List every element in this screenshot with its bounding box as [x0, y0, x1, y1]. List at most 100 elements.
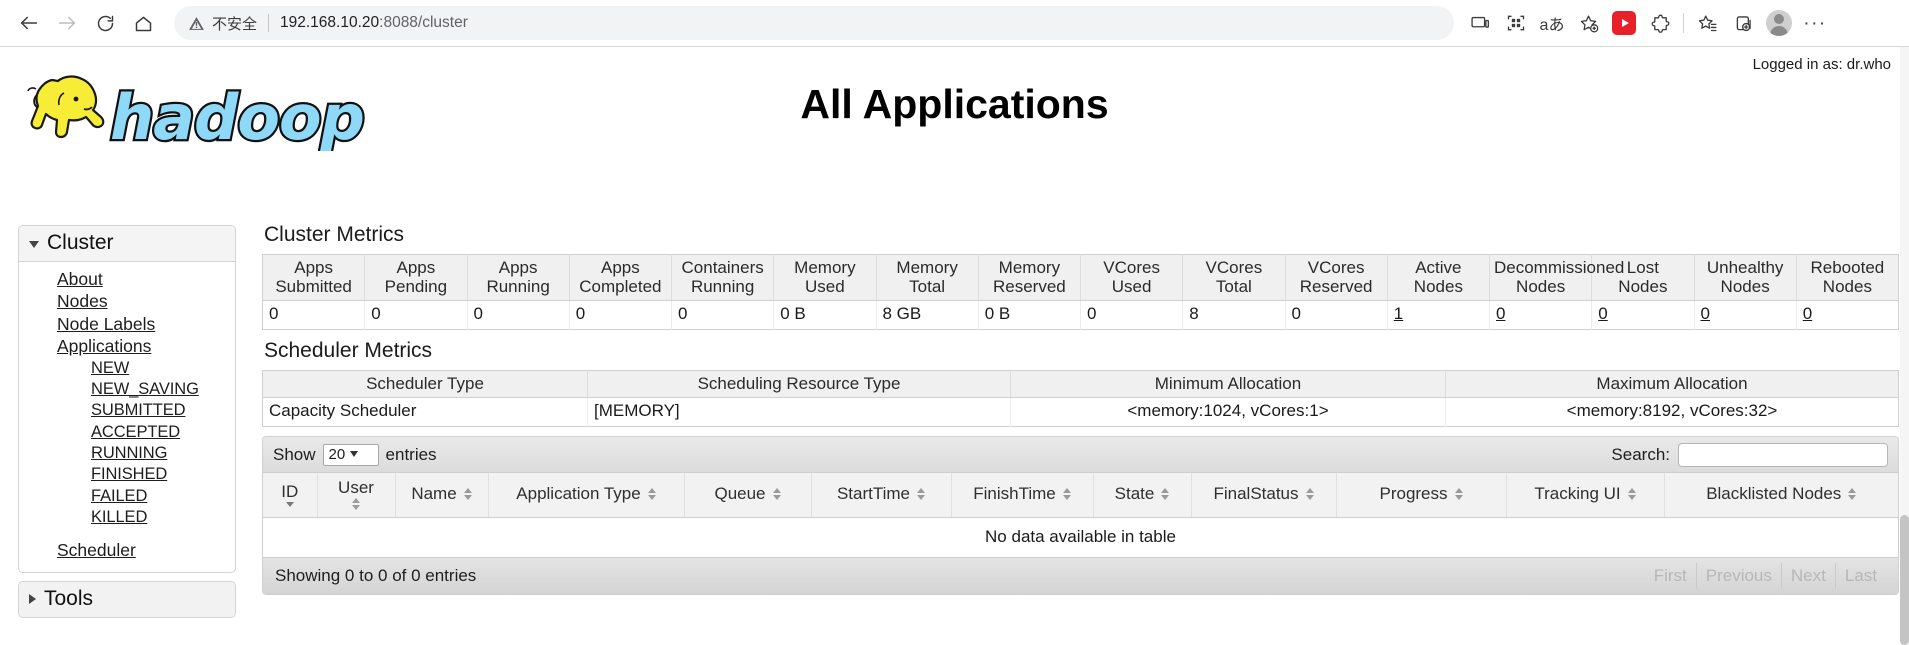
- col-apps-pending: Apps Pending: [364, 254, 468, 302]
- scheduler-metrics-header-row: Scheduler Type Scheduling Resource Type …: [262, 370, 1899, 399]
- address-url-host: 192.168.10.20: [280, 14, 380, 31]
- sort-indicator: [1627, 488, 1636, 501]
- val-apps-pending: 0: [364, 300, 468, 330]
- col-active-nodes: Active Nodes: [1387, 254, 1491, 302]
- applications-table-body: No data available in table: [263, 517, 1898, 558]
- col-line2: Running: [486, 277, 550, 297]
- extensions-puzzle-icon[interactable]: [1642, 5, 1678, 41]
- page-size-select[interactable]: 20: [322, 443, 379, 466]
- th-blacklisted-nodes[interactable]: Blacklisted Nodes: [1664, 473, 1898, 519]
- chevron-right-icon: [29, 593, 36, 604]
- th-tracking-ui[interactable]: Tracking UI: [1506, 473, 1665, 519]
- favorites-list-icon[interactable]: [1689, 5, 1725, 41]
- sidebar-item-scheduler[interactable]: Scheduler: [19, 539, 235, 561]
- col-line1: VCores: [1205, 258, 1263, 277]
- col-minimum-allocation: Minimum Allocation: [1010, 370, 1446, 399]
- address-bar[interactable]: 不安全 192.168.10.20:8088/cluster: [174, 6, 1454, 40]
- col-decommissioned-nodes: Decommissioned Nodes: [1489, 254, 1624, 302]
- sort-indicator: [1161, 488, 1170, 501]
- sidebar-item-state-accepted[interactable]: ACCEPTED: [19, 422, 235, 443]
- sidebar: Cluster About Nodes Node Labels Applicat…: [18, 225, 236, 618]
- th-application-type[interactable]: Application Type: [488, 473, 685, 519]
- pagination-next[interactable]: Next: [1782, 563, 1836, 590]
- col-line1: Rebooted: [1810, 258, 1885, 277]
- qr-code-icon[interactable]: [1498, 5, 1534, 41]
- th-finishtime[interactable]: FinishTime: [951, 473, 1094, 519]
- reload-icon[interactable]: [86, 4, 124, 42]
- th-progress[interactable]: Progress: [1336, 473, 1507, 519]
- translate-label: aあ: [1539, 17, 1565, 34]
- sidebar-item-state-failed[interactable]: FAILED: [19, 486, 235, 507]
- empty-row: No data available in table: [263, 517, 1898, 558]
- th-finalstatus[interactable]: FinalStatus: [1191, 473, 1337, 519]
- val-memory-total: 8 GB: [876, 300, 979, 330]
- datatable-footer: Showing 0 to 0 of 0 entries First Previo…: [263, 557, 1898, 595]
- sidebar-item-about[interactable]: About: [19, 268, 235, 290]
- add-favorite-icon[interactable]: [1570, 5, 1606, 41]
- col-apps-submitted: Apps Submitted: [262, 254, 366, 302]
- cluster-panel-label: Cluster: [47, 231, 114, 254]
- applications-datatable: Show 20 entries Search: ID User Name App…: [262, 436, 1899, 596]
- search-input[interactable]: [1678, 442, 1888, 467]
- val-minimum-allocation: <memory:1024, vCores:1>: [1010, 397, 1446, 427]
- scrollbar-track[interactable]: [1900, 47, 1909, 645]
- sidebar-item-applications[interactable]: Applications: [19, 335, 235, 357]
- lost-nodes-link[interactable]: 0: [1598, 304, 1607, 323]
- scheduler-metrics-body: Capacity Scheduler [MEMORY] <memory:1024…: [262, 397, 1899, 427]
- val-vcores-used: 0: [1080, 300, 1184, 330]
- col-unhealthy-nodes: Unhealthy Nodes: [1694, 254, 1797, 302]
- sidebar-item-state-running[interactable]: RUNNING: [19, 443, 235, 464]
- settings-more-icon[interactable]: ···: [1797, 5, 1833, 41]
- sidebar-item-node-labels[interactable]: Node Labels: [19, 313, 235, 335]
- pagination-first[interactable]: First: [1645, 563, 1697, 590]
- pagination-previous[interactable]: Previous: [1697, 563, 1782, 590]
- col-line1: Memory: [896, 258, 958, 277]
- scheduler-metrics-title: Scheduler Metrics: [264, 339, 433, 363]
- home-icon[interactable]: [124, 4, 162, 42]
- tools-panel-header[interactable]: Tools: [19, 581, 235, 617]
- val-apps-running: 0: [467, 300, 570, 330]
- th-id[interactable]: ID: [263, 473, 318, 519]
- cast-device-icon[interactable]: [1462, 5, 1498, 41]
- sidebar-item-state-new-saving[interactable]: NEW_SAVING: [19, 379, 235, 400]
- cluster-panel-header[interactable]: Cluster: [19, 226, 235, 262]
- not-secure-label: 不安全: [212, 14, 258, 33]
- col-vcores-used: VCores Used: [1080, 254, 1184, 302]
- active-nodes-link[interactable]: 1: [1394, 304, 1403, 323]
- th-user-label: User: [338, 478, 374, 498]
- sort-indicator: [1062, 488, 1071, 501]
- scrollbar-thumb[interactable]: [1900, 515, 1909, 645]
- sort-indicator: [647, 488, 656, 501]
- pagination-last[interactable]: Last: [1836, 563, 1886, 589]
- th-state[interactable]: State: [1093, 473, 1192, 519]
- th-starttime[interactable]: StartTime: [811, 473, 952, 519]
- col-line2: Nodes: [1822, 277, 1872, 297]
- sidebar-item-state-new[interactable]: NEW: [19, 358, 235, 379]
- th-queue[interactable]: Queue: [684, 473, 812, 519]
- col-line1: VCores: [1307, 258, 1365, 277]
- sidebar-item-state-finished[interactable]: FINISHED: [19, 464, 235, 485]
- profile-avatar-icon[interactable]: [1761, 5, 1797, 41]
- col-line1: Containers: [681, 258, 764, 277]
- collections-icon[interactable]: [1725, 5, 1761, 41]
- unhealthy-nodes-link[interactable]: 0: [1701, 304, 1710, 323]
- sidebar-item-state-submitted[interactable]: SUBMITTED: [19, 400, 235, 421]
- back-arrow-icon[interactable]: [10, 4, 48, 42]
- th-name[interactable]: Name: [395, 473, 489, 519]
- sidebar-item-state-killed[interactable]: KILLED: [19, 507, 235, 528]
- col-vcores-total: VCores Total: [1182, 254, 1286, 302]
- address-divider: [268, 14, 270, 32]
- sort-indicator: [352, 498, 360, 511]
- translate-icon[interactable]: aあ: [1534, 5, 1570, 41]
- forward-arrow-icon[interactable]: [48, 4, 86, 42]
- col-line1: Apps: [396, 258, 436, 277]
- col-memory-reserved: Memory Reserved: [978, 254, 1082, 302]
- video-extension-icon[interactable]: [1606, 5, 1642, 41]
- th-user[interactable]: User: [317, 473, 396, 519]
- val-unhealthy-nodes: 0: [1694, 300, 1797, 330]
- pagination: First Previous Next Last: [1645, 563, 1886, 590]
- sort-indicator: [463, 488, 472, 501]
- rebooted-nodes-link[interactable]: 0: [1803, 304, 1812, 323]
- sidebar-item-nodes[interactable]: Nodes: [19, 290, 235, 312]
- decommissioned-nodes-link[interactable]: 0: [1496, 304, 1505, 323]
